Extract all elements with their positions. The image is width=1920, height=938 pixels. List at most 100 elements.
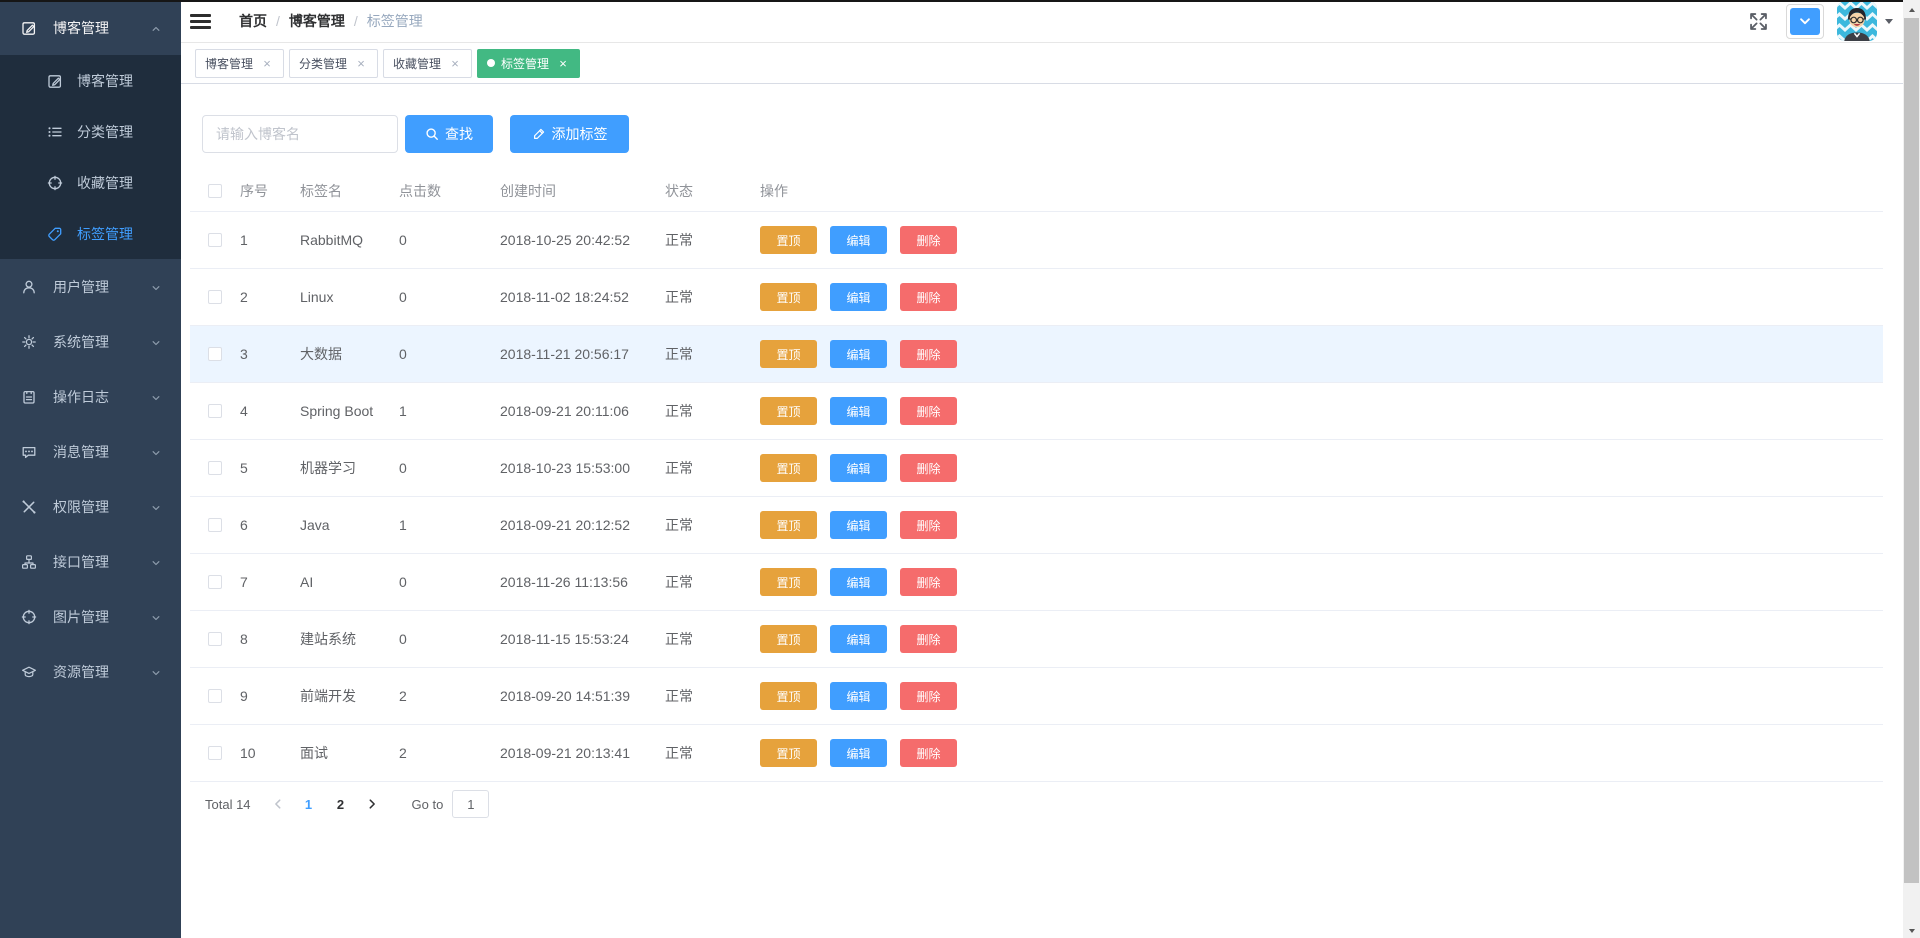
cell-actions: 置顶 编辑 删除 xyxy=(760,625,1883,653)
delete-button[interactable]: 删除 xyxy=(900,568,957,596)
row-checkbox-cell xyxy=(190,689,240,703)
pin-top-button[interactable]: 置顶 xyxy=(760,397,817,425)
cell-tag-name: Java xyxy=(300,517,330,533)
row-checkbox[interactable] xyxy=(208,233,222,247)
row-checkbox[interactable] xyxy=(208,632,222,646)
scrollbar-thumb[interactable] xyxy=(1904,18,1919,883)
page-button-1[interactable]: 1 xyxy=(298,797,320,812)
edit-button[interactable]: 编辑 xyxy=(830,397,887,425)
sidebar-item-api[interactable]: 接口管理 xyxy=(0,534,181,589)
scrollbar[interactable] xyxy=(1903,0,1920,938)
cell-actions: 置顶 编辑 删除 xyxy=(760,226,1883,254)
edit-button[interactable]: 编辑 xyxy=(830,340,887,368)
sidebar-item-message[interactable]: 消息管理 xyxy=(0,424,181,479)
search-input[interactable] xyxy=(202,115,398,153)
delete-button[interactable]: 删除 xyxy=(900,739,957,767)
cell-index: 9 xyxy=(240,688,248,704)
delete-button[interactable]: 删除 xyxy=(900,340,957,368)
edit-button[interactable]: 编辑 xyxy=(830,682,887,710)
sidebar-item-blog[interactable]: 博客管理 xyxy=(0,55,181,106)
pin-top-button[interactable]: 置顶 xyxy=(760,340,817,368)
sidebar-item-blog-group[interactable]: 博客管理 xyxy=(0,0,181,55)
sidebar-item-system[interactable]: 系统管理 xyxy=(0,314,181,369)
edit-button[interactable]: 编辑 xyxy=(830,739,887,767)
scroll-down-icon[interactable] xyxy=(1903,922,1920,938)
sidebar-item-resource[interactable]: 资源管理 xyxy=(0,644,181,699)
sidebar-item-label: 图片管理 xyxy=(53,608,109,625)
row-checkbox[interactable] xyxy=(208,746,222,760)
tab-tag[interactable]: 标签管理 × xyxy=(477,48,581,78)
sidebar-item-user[interactable]: 用户管理 xyxy=(0,259,181,314)
edit-button[interactable]: 编辑 xyxy=(830,568,887,596)
delete-button[interactable]: 删除 xyxy=(900,682,957,710)
edit-button[interactable]: 编辑 xyxy=(830,511,887,539)
close-icon[interactable]: × xyxy=(448,56,462,71)
delete-button[interactable]: 删除 xyxy=(900,625,957,653)
row-checkbox[interactable] xyxy=(208,575,222,589)
close-icon[interactable]: × xyxy=(556,56,570,71)
next-page-button[interactable] xyxy=(357,798,387,810)
sidebar-item-tag[interactable]: 标签管理 xyxy=(0,208,181,259)
pin-top-button[interactable]: 置顶 xyxy=(760,283,817,311)
row-checkbox[interactable] xyxy=(208,689,222,703)
table-row: 10 面试 2 2018-09-21 20:13:41 正常 置顶 编辑 删除 xyxy=(190,725,1883,782)
sidebar-item-category[interactable]: 分类管理 xyxy=(0,106,181,157)
delete-button[interactable]: 删除 xyxy=(900,226,957,254)
breadcrumb-item[interactable]: 博客管理 xyxy=(289,11,345,31)
pin-top-button[interactable]: 置顶 xyxy=(760,226,817,254)
delete-button[interactable]: 删除 xyxy=(900,283,957,311)
add-tag-button[interactable]: 添加标签 xyxy=(510,115,629,153)
sidebar-item-favorite[interactable]: 收藏管理 xyxy=(0,157,181,208)
header-dropdown-button[interactable] xyxy=(1786,3,1824,39)
sidebar-item-log[interactable]: 操作日志 xyxy=(0,369,181,424)
tab-blog[interactable]: 博客管理 × xyxy=(195,48,285,78)
caret-down-icon[interactable] xyxy=(1885,19,1893,28)
edit-button[interactable]: 编辑 xyxy=(830,283,887,311)
tab-category[interactable]: 分类管理 × xyxy=(289,48,379,78)
cell-index: 10 xyxy=(240,745,256,761)
goto-page-input[interactable] xyxy=(452,790,490,818)
hamburger-icon[interactable] xyxy=(181,13,221,29)
cell-clicks: 0 xyxy=(399,232,407,248)
select-all-checkbox[interactable] xyxy=(208,183,222,198)
pin-top-button[interactable]: 置顶 xyxy=(760,568,817,596)
edit-button[interactable]: 编辑 xyxy=(830,454,887,482)
edit-button[interactable]: 编辑 xyxy=(830,226,887,254)
cell-actions: 置顶 编辑 删除 xyxy=(760,682,1883,710)
edit-button[interactable]: 编辑 xyxy=(830,625,887,653)
row-checkbox[interactable] xyxy=(208,347,222,361)
row-checkbox-cell xyxy=(190,746,240,760)
pin-top-button[interactable]: 置顶 xyxy=(760,511,817,539)
delete-button[interactable]: 删除 xyxy=(900,454,957,482)
pin-top-button[interactable]: 置顶 xyxy=(760,454,817,482)
prev-page-button[interactable] xyxy=(263,798,293,810)
close-icon[interactable]: × xyxy=(354,56,368,71)
app: 博客管理 博客管理 分类管理 收藏管理 标签管理 用户管理 系统管理 操作日志 消息管理 权限管理… xyxy=(0,0,1920,938)
breadcrumb-item[interactable]: 首页 xyxy=(239,11,267,31)
sidebar-item-label: 博客管理 xyxy=(53,19,109,36)
scroll-up-icon[interactable] xyxy=(1903,2,1920,18)
row-checkbox[interactable] xyxy=(208,518,222,532)
sidebar-item-permission[interactable]: 权限管理 xyxy=(0,479,181,534)
delete-button[interactable]: 删除 xyxy=(900,511,957,539)
pin-top-button[interactable]: 置顶 xyxy=(760,625,817,653)
tab-favorite[interactable]: 收藏管理 × xyxy=(383,48,473,78)
search-button[interactable]: 查找 xyxy=(405,115,493,153)
aim-icon xyxy=(47,175,63,191)
sidebar-item-image[interactable]: 图片管理 xyxy=(0,589,181,644)
row-checkbox[interactable] xyxy=(208,461,222,475)
close-icon[interactable]: × xyxy=(260,56,274,71)
cell-actions: 置顶 编辑 删除 xyxy=(760,397,1883,425)
pin-top-button[interactable]: 置顶 xyxy=(760,682,817,710)
pin-top-button[interactable]: 置顶 xyxy=(760,739,817,767)
cell-created-time: 2018-11-21 20:56:17 xyxy=(500,346,629,362)
delete-button[interactable]: 删除 xyxy=(900,397,957,425)
table-row: 4 Spring Boot 1 2018-09-21 20:11:06 正常 置顶 编辑 删除 xyxy=(190,383,1883,440)
row-checkbox[interactable] xyxy=(208,404,222,418)
fullscreen-icon[interactable] xyxy=(1748,11,1769,32)
page-button-2[interactable]: 2 xyxy=(330,797,352,812)
row-checkbox[interactable] xyxy=(208,290,222,304)
avatar[interactable] xyxy=(1837,1,1877,41)
cell-index: 3 xyxy=(240,346,248,362)
tags-table: 序号 标签名 点击数 创建时间 状态 操作 1 RabbitMQ 0 2018-10-25 20:… xyxy=(190,170,1883,782)
